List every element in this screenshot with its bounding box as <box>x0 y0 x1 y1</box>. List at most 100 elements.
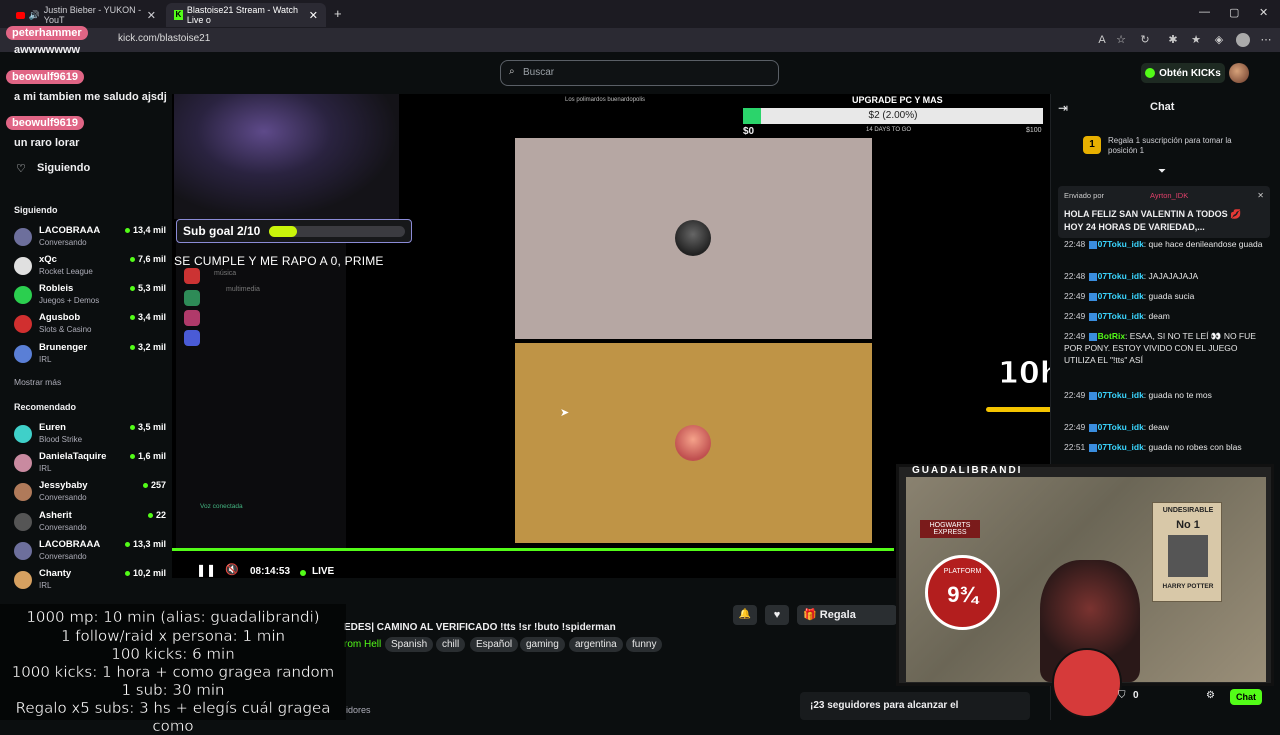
tab-kick[interactable]: K Blastoise21 Stream - Watch Live o ✕ <box>166 3 326 27</box>
stream-category-link[interactable]: rom Hell <box>344 639 381 650</box>
heart-icon[interactable]: ♡ <box>16 162 26 175</box>
chat-message: 22:49 07Toku_idk: deaw <box>1064 422 1169 432</box>
maximize-button[interactable]: ▢ <box>1229 6 1239 19</box>
followers-goal-card: ¡23 seguidores para alcanzar el <box>800 692 1030 720</box>
playback-progress[interactable] <box>172 548 894 551</box>
badge-icon <box>1088 272 1097 281</box>
chat-message: 22:48 07Toku_idk: JAJAJAJAJA <box>1064 271 1199 281</box>
message-user[interactable]: 07Toku_idk <box>1098 390 1144 400</box>
close-tab-icon[interactable]: ✕ <box>147 9 156 22</box>
sidebar-channel-robleis[interactable]: Robleis Juegos + Demos 5,3 mil <box>14 283 166 311</box>
tag-chill[interactable]: chill <box>436 637 466 652</box>
chat-send-button[interactable]: Chat <box>1230 689 1262 705</box>
chat-message: 22:51 07Toku_idk: guada no robes con bla… <box>1064 442 1242 452</box>
message-user[interactable]: 07Toku_idk <box>1098 442 1144 452</box>
more-menu-icon[interactable]: ⋯ <box>1259 33 1273 47</box>
viewer-count: 13,3 mil <box>125 539 166 549</box>
sidebar-channel-chanty[interactable]: Chanty IRL 10,2 mil <box>14 568 166 596</box>
collapse-chat-icon[interactable]: ⇥ <box>1058 101 1068 115</box>
notification-bell-button[interactable]: 🔔 <box>733 605 757 625</box>
channel-category: Slots & Casino <box>39 325 92 334</box>
message-user[interactable]: 07Toku_idk <box>1098 291 1144 301</box>
channel-name: Euren <box>39 422 66 433</box>
sidebar-channel-euren[interactable]: Euren Blood Strike 3,5 mil <box>14 422 166 450</box>
rule-line: 1 sub: 30 min <box>121 681 225 699</box>
profile-icon[interactable] <box>1236 33 1250 47</box>
get-kicks-button[interactable]: Obtén KICKs <box>1141 63 1225 83</box>
follow-heart-button[interactable]: ♥ <box>765 605 789 625</box>
donation-goal-max: $100 <box>1026 127 1042 134</box>
tab-youtube[interactable]: 🔊 Justin Bieber - YUKON - YouT ✕ <box>8 3 164 27</box>
donation-goal-bar: $2 (2.00%) <box>743 108 1043 124</box>
wanted-poster: UNDESIRABLE No 1 HARRY POTTER <box>1152 502 1222 602</box>
show-more-link[interactable]: Mostrar más <box>14 377 61 387</box>
channel-avatar <box>14 571 32 589</box>
minimize-button[interactable]: — <box>1199 6 1210 18</box>
pinned-user: Ayrton_IDK <box>1150 191 1189 200</box>
channel-category: IRL <box>39 355 52 364</box>
search-input[interactable]: Buscar <box>523 67 554 78</box>
message-user[interactable]: 07Toku_idk <box>1098 422 1144 432</box>
extensions-icon[interactable]: ✱ <box>1166 33 1180 47</box>
gift-sub-button[interactable]: 🎁 Regala Suscrip <box>797 605 897 625</box>
message-text: JAJAJAJAJA <box>1148 271 1199 281</box>
channel-name: Chanty <box>39 568 72 579</box>
overlay-chat-user: beowulf9619 <box>6 70 85 84</box>
live-dot-icon <box>300 570 306 576</box>
favorite-star-icon[interactable]: ☆ <box>1114 33 1128 47</box>
sidebar-channel-agusbob[interactable]: Agusbob Slots & Casino 3,4 mil <box>14 312 166 340</box>
close-tab-icon[interactable]: ✕ <box>309 9 318 22</box>
overlay-chat-user: beowulf9619 <box>6 116 85 130</box>
message-user[interactable]: BotRix <box>1098 331 1125 341</box>
mute-icon[interactable]: 🔇 <box>225 563 239 576</box>
overlay-chat-text: a mi tambien me saludo ajsdj <box>14 91 167 103</box>
chat-settings-gear-icon[interactable]: ⚙ <box>1206 690 1215 701</box>
poster-top: UNDESIRABLE <box>1162 507 1214 514</box>
sidebar-channel-jessybaby[interactable]: Jessybaby Conversando 257 <box>14 480 166 508</box>
search-box[interactable]: ⌕ Buscar <box>500 60 779 86</box>
unpin-icon[interactable]: ✕ <box>1257 191 1264 200</box>
close-window-button[interactable]: ✕ <box>1259 6 1268 19</box>
channel-category: Rocket League <box>39 267 93 276</box>
message-user[interactable]: 07Toku_idk <box>1098 311 1144 321</box>
following-nav-button[interactable]: Siguiendo <box>37 162 90 174</box>
filter-icon[interactable]: ⏷ <box>1158 166 1166 177</box>
refresh-icon[interactable]: ↻ <box>1138 33 1152 47</box>
rule-line: 1 follow/raid x persona: 1 min <box>60 627 286 645</box>
sidebar-channel-lacobraaa[interactable]: LACOBRAAA Conversando 13,4 mil <box>14 225 166 253</box>
sidebar-channel-brunenger[interactable]: Brunenger IRL 3,2 mil <box>14 342 166 370</box>
tag-funny[interactable]: funny <box>626 637 663 652</box>
platform-sign: PLATFORM 9¾ <box>925 555 1000 630</box>
channel-category: Conversando <box>39 552 87 561</box>
starry-background <box>174 94 399 219</box>
message-user[interactable]: 07Toku_idk <box>1098 271 1144 281</box>
url-text[interactable]: kick.com/blastoise21 <box>118 33 210 44</box>
following-section-title: Siguiendo <box>14 205 58 215</box>
rule-line: Regalo x5 subs: 3 hs + elegís cuál grage… <box>15 699 331 735</box>
sidebar-channel-xqc[interactable]: xQc Rocket League 7,6 mil <box>14 254 166 282</box>
shield-icon[interactable]: ◈ <box>1212 33 1226 47</box>
message-time: 22:48 <box>1064 239 1086 249</box>
sub-goal-label: Sub goal 2/10 <box>183 224 261 238</box>
sidebar-channel-lacobraaa-2[interactable]: LACOBRAAA Conversando 13,3 mil <box>14 539 166 567</box>
new-tab-button[interactable]: + <box>334 6 342 21</box>
viewer-icon: ⛉ <box>1118 690 1126 701</box>
sub-leaderboard-prompt[interactable]: Regala 1 suscripción para tomar la posic… <box>1108 136 1248 156</box>
read-aloud-icon[interactable]: A <box>1095 33 1109 47</box>
discord-title: Los polimardos buenardopolis <box>565 97 646 103</box>
tag-spanish[interactable]: Spanish <box>385 637 434 652</box>
channel-name: DanielaTaquire <box>39 451 107 462</box>
speaker-icon[interactable]: 🔊 <box>29 10 40 21</box>
pause-button[interactable]: ❚❚ <box>196 563 216 577</box>
tag-gaming[interactable]: gaming <box>520 637 565 652</box>
favorites-icon[interactable]: ★ <box>1189 33 1203 47</box>
search-icon: ⌕ <box>509 66 515 77</box>
sidebar-channel-asherit[interactable]: Asherit Conversando 22 <box>14 510 166 538</box>
tag-espanol[interactable]: Español <box>470 637 519 652</box>
tag-argentina[interactable]: argentina <box>569 637 623 652</box>
pinned-message[interactable]: Enviado por Ayrton_IDK HOLA FELIZ SAN VA… <box>1058 186 1270 238</box>
sidebar-channel-danielataquire[interactable]: DanielaTaquire IRL 1,6 mil <box>14 451 166 479</box>
user-avatar[interactable] <box>1229 63 1249 83</box>
message-user[interactable]: 07Toku_idk <box>1098 239 1144 249</box>
viewer-count: 3,2 mil <box>130 342 166 352</box>
